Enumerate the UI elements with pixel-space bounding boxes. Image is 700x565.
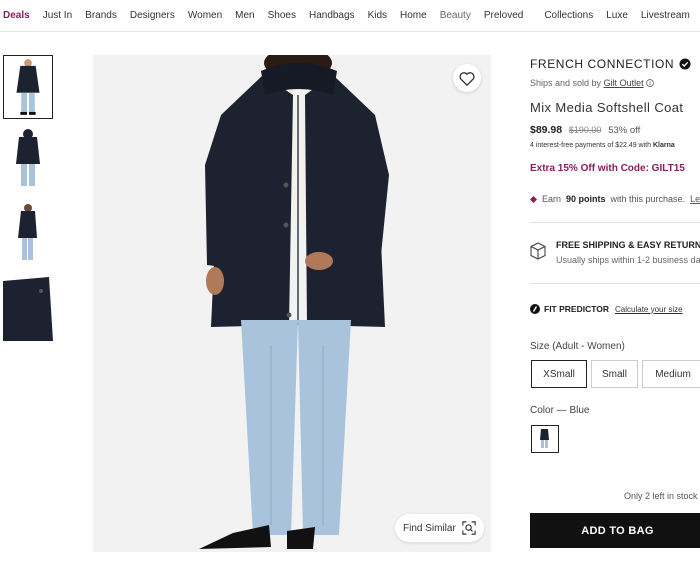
nav-item-collections[interactable]: Collections	[544, 10, 593, 21]
sale-price: $89.98	[530, 124, 563, 136]
divider	[530, 222, 700, 223]
product-title: Mix Media Softshell Coat	[530, 100, 684, 115]
thumbnail-detail-image	[3, 277, 53, 341]
klarna-logo[interactable]: Klarna	[653, 142, 675, 149]
size-option-xsmall[interactable]: XSmall	[531, 360, 587, 388]
points-value: 90 points	[566, 194, 606, 204]
divider	[530, 283, 700, 284]
installments: 4 interest-free payments of $22.49 with …	[530, 142, 675, 149]
thumbnail-side[interactable]	[3, 202, 53, 266]
visual-search-icon	[462, 521, 476, 535]
color-swatch-blue[interactable]	[531, 425, 559, 453]
brand-row: FRENCH CONNECTION	[530, 57, 691, 71]
size-label: Size (Adult - Women)	[530, 341, 625, 352]
points-learn-link[interactable]: Learn	[690, 194, 700, 204]
verified-check-icon	[679, 58, 691, 70]
nav-item-brands[interactable]: Brands	[85, 10, 117, 21]
swatch-image	[532, 426, 557, 451]
thumbnail-front[interactable]	[3, 55, 53, 119]
thumbnail-detail[interactable]	[3, 277, 53, 341]
nav-item-deals[interactable]: Deals	[3, 10, 30, 21]
price-row: $89.98 $190.00 53% off	[530, 124, 640, 136]
points-suffix: with this purchase.	[610, 194, 686, 204]
nav-item-just-in[interactable]: Just In	[43, 10, 72, 21]
sold-by-prefix: Ships and sold by	[530, 78, 602, 88]
thumbnail-side-image	[3, 202, 53, 266]
shipping-title: FREE SHIPPING & EASY RETURNS	[556, 240, 700, 250]
diamond-icon	[530, 195, 537, 203]
size-option-medium[interactable]: Medium	[642, 360, 700, 388]
brand-name[interactable]: FRENCH CONNECTION	[530, 57, 674, 71]
wishlist-button[interactable]	[453, 64, 481, 92]
find-similar-button[interactable]: Find Similar	[395, 514, 484, 542]
promo-code: Extra 15% Off with Code: GILT15	[530, 163, 685, 174]
nav-item-designers[interactable]: Designers	[130, 10, 175, 21]
seller-link[interactable]: Gilt Outlet	[604, 78, 644, 88]
model-illustration	[93, 55, 491, 552]
nav-item-beauty[interactable]: Beauty	[440, 10, 471, 21]
main-product-image	[93, 55, 491, 552]
nav-item-women[interactable]: Women	[188, 10, 222, 21]
thumbnail-front-image	[4, 56, 52, 118]
nav-item-luxe[interactable]: Luxe	[606, 10, 628, 21]
fit-predictor-row: FIT PREDICTOR Calculate your size	[530, 304, 683, 314]
box-icon	[530, 242, 546, 260]
thumbnail-back[interactable]	[3, 128, 53, 192]
discount-percent: 53% off	[608, 125, 641, 136]
nav-item-livestream[interactable]: Livestream	[641, 10, 690, 21]
heart-icon	[459, 71, 475, 86]
add-to-bag-button[interactable]: ADD TO BAG	[530, 513, 700, 548]
calculate-size-link[interactable]: Calculate your size	[615, 305, 683, 314]
stock-status: Only 2 left in stock	[624, 491, 698, 501]
nav-item-kids[interactable]: Kids	[368, 10, 387, 21]
nav-item-handbags[interactable]: Handbags	[309, 10, 355, 21]
original-price: $190.00	[568, 125, 602, 135]
fit-predictor-icon	[530, 304, 540, 314]
points-row: Earn 90 points with this purchase. Learn	[530, 194, 700, 204]
top-nav: Deals Just In Brands Designers Women Men…	[0, 0, 700, 32]
nav-item-home[interactable]: Home	[400, 10, 427, 21]
find-similar-label: Find Similar	[403, 522, 456, 534]
nav-item-men[interactable]: Men	[235, 10, 254, 21]
size-option-small[interactable]: Small	[591, 360, 638, 388]
nav-item-preloved[interactable]: Preloved	[484, 10, 523, 21]
info-icon[interactable]	[646, 79, 654, 87]
shipping-subtitle: Usually ships within 1-2 business days	[556, 255, 700, 265]
nav-item-shoes[interactable]: Shoes	[268, 10, 296, 21]
thumbnail-back-image	[3, 128, 53, 192]
color-label: Color — Blue	[530, 405, 590, 416]
fit-predictor-label: FIT PREDICTOR	[544, 304, 610, 314]
points-prefix: Earn	[542, 194, 562, 204]
sold-by: Ships and sold by Gilt Outlet	[530, 78, 654, 88]
installments-text: 4 interest-free payments of $22.49 with	[530, 142, 652, 149]
